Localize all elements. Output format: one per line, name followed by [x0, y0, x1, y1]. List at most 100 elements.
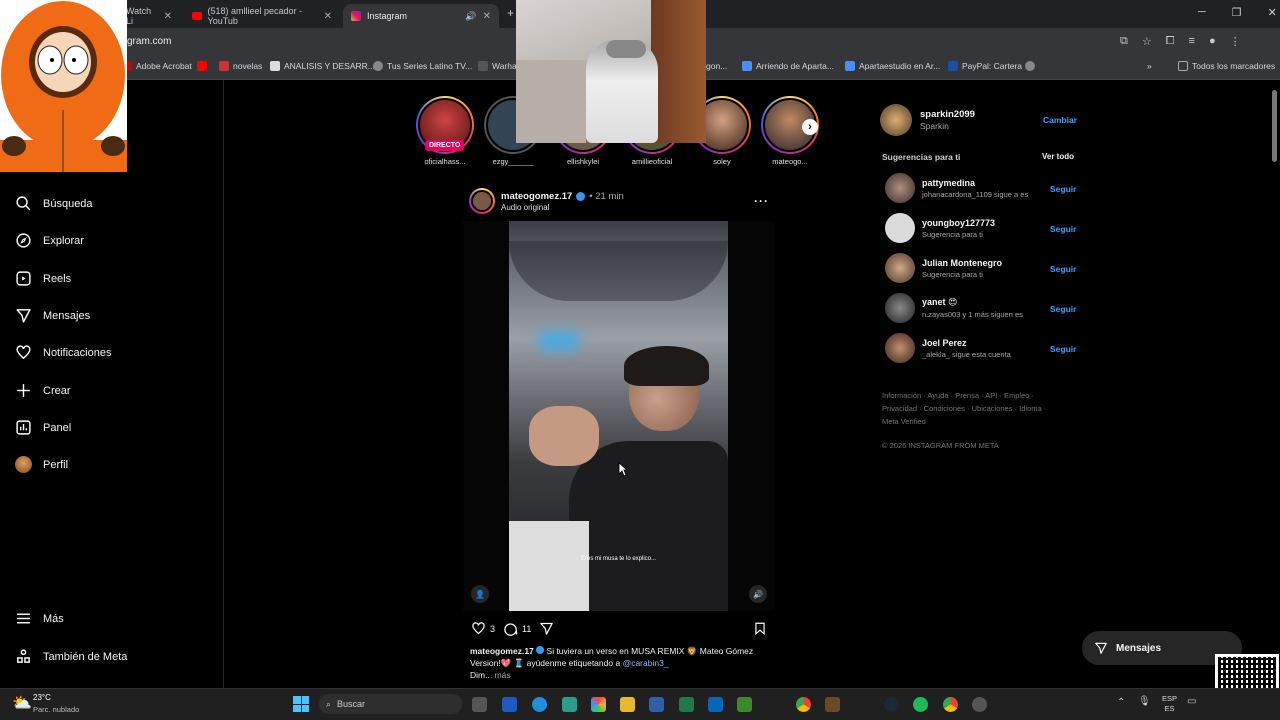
close-tab-icon[interactable]: ✕	[324, 11, 332, 22]
comment-count: 11	[522, 623, 532, 634]
weather-desc: Parc. nublado	[33, 705, 80, 714]
bookmark-globe[interactable]	[1025, 61, 1035, 71]
footer-links-1[interactable]: Información · Ayuda · Prensa · API · Emp…	[882, 390, 1034, 403]
story-item[interactable]: oficialhass...	[415, 96, 475, 166]
follow-button[interactable]: Seguir	[1050, 224, 1076, 234]
suggestion-avatar[interactable]	[885, 333, 915, 363]
task-view-icon[interactable]	[472, 697, 487, 712]
close-tab-icon[interactable]: ✕	[164, 11, 172, 22]
account-username[interactable]: sparkin2099	[920, 109, 975, 120]
bookmark-analisis[interactable]: ANALISIS Y DESARR...	[270, 61, 375, 71]
follow-button[interactable]: Seguir	[1050, 184, 1076, 194]
store-icon[interactable]	[649, 697, 664, 712]
nav-panel[interactable]: Panel	[15, 419, 71, 436]
share-icon[interactable]	[539, 621, 554, 636]
tagged-user-icon[interactable]: 👤	[471, 585, 489, 603]
bookmark-youtube[interactable]	[197, 61, 207, 71]
see-all-link[interactable]: Ver todo	[1042, 152, 1074, 161]
close-tab-icon[interactable]: ✕	[483, 11, 491, 22]
bed	[516, 60, 586, 143]
nav-explore[interactable]: Explorar	[15, 232, 84, 249]
restore-icon[interactable]: ❐	[1232, 6, 1242, 19]
nav-notifications[interactable]: Notificaciones	[15, 344, 111, 361]
weather-temp[interactable]: 23°C	[33, 693, 51, 702]
bookmark-paypal[interactable]: PayPal: Cartera	[948, 61, 1022, 71]
spotify-icon[interactable]	[913, 697, 928, 712]
follow-button[interactable]: Seguir	[1050, 264, 1076, 274]
minecraft-icon[interactable]	[737, 697, 752, 712]
bookmark-gon[interactable]: gon...	[706, 61, 727, 71]
post-audio[interactable]: Audio original	[501, 203, 549, 212]
minecraft-dungeons-icon[interactable]	[825, 697, 840, 712]
url-field[interactable]: gram.com	[127, 36, 171, 47]
edge-icon[interactable]	[532, 697, 547, 712]
microphone-icon[interactable]: 🎙	[1138, 696, 1151, 707]
bookmark-novelas[interactable]: novelas	[219, 61, 262, 71]
nav-more[interactable]: Más	[15, 610, 64, 627]
close-window-icon[interactable]: ✕	[1268, 6, 1277, 19]
copilot-icon[interactable]	[562, 697, 577, 712]
bookmark-icon[interactable]	[753, 621, 767, 636]
suggestion-avatar[interactable]	[885, 253, 915, 283]
suggestion-avatar[interactable]	[885, 293, 915, 323]
caption-more[interactable]: más	[495, 670, 511, 680]
footer-links-2[interactable]: Privacidad · Condiciones · Ubicaciones ·…	[882, 403, 1046, 416]
new-tab-button[interactable]: +	[507, 6, 514, 20]
outlook-icon[interactable]	[708, 697, 723, 712]
taskbar-search[interactable]: ⌕ Buscar	[319, 694, 462, 714]
mute-icon[interactable]: 🔊	[749, 585, 767, 603]
caption-mention[interactable]: @carabin3_	[623, 658, 669, 668]
tab-watch[interactable]: Watch Li ✕	[118, 4, 180, 28]
follow-button[interactable]: Seguir	[1050, 304, 1076, 314]
photos-icon[interactable]	[591, 697, 606, 712]
windows-start-icon[interactable]	[293, 696, 309, 712]
bookmark-apartaestudio[interactable]: Apartaestudio en Ar...	[845, 61, 940, 71]
nav-reels[interactable]: Reels	[15, 270, 71, 287]
menu-icon[interactable]: ⋮	[1230, 35, 1241, 48]
post-avatar[interactable]	[469, 188, 495, 214]
bookmark-warhan[interactable]: Warhan	[478, 61, 521, 71]
nav-profile[interactable]: Perfil	[15, 456, 68, 473]
nav-meta[interactable]: También de Meta	[15, 648, 127, 665]
word-icon[interactable]	[502, 697, 517, 712]
post-options-icon[interactable]: ···	[754, 194, 769, 208]
obs-icon[interactable]	[972, 697, 987, 712]
file-explorer-icon[interactable]	[620, 697, 635, 712]
star-icon[interactable]: ☆	[1142, 35, 1152, 48]
chrome-active-icon[interactable]	[943, 697, 958, 712]
caption-username[interactable]: mateogomez.17	[470, 646, 534, 656]
follow-button[interactable]: Seguir	[1050, 344, 1076, 354]
comment-action[interactable]: 11	[503, 621, 531, 636]
stories-next-icon[interactable]: ›	[802, 119, 818, 135]
tray-overflow-icon[interactable]: ⌃	[1117, 697, 1125, 708]
steam-icon[interactable]	[884, 697, 899, 712]
minimize-icon[interactable]: ─	[1198, 6, 1206, 19]
tab-youtube[interactable]: (518) amllieel pecador - YouTub ✕	[184, 4, 340, 28]
nav-messages[interactable]: Mensajes	[15, 307, 90, 324]
excel-icon[interactable]	[679, 697, 694, 712]
extensions-icon[interactable]: ⧠	[1166, 35, 1175, 48]
tab-instagram[interactable]: Instagram 🔊 ✕	[343, 4, 499, 28]
suggestion-avatar[interactable]	[885, 213, 915, 243]
network-icon[interactable]: ▭	[1187, 696, 1196, 707]
chrome-icon[interactable]	[796, 697, 811, 712]
nav-create[interactable]: Crear	[15, 382, 71, 399]
speaker-icon[interactable]: 🔊	[465, 11, 476, 22]
bookmark-series[interactable]: Tus Series Latino TV...	[373, 61, 472, 71]
bookmark-acrobat[interactable]: Adobe Acrobat	[122, 61, 192, 71]
account-avatar[interactable]	[880, 104, 912, 136]
nav-search[interactable]: Búsqueda	[15, 195, 93, 212]
suggestion-avatar[interactable]	[885, 173, 915, 203]
bookmark-arriendo[interactable]: Arriendo de Aparta...	[742, 61, 834, 71]
cast-icon[interactable]: ⧉	[1120, 35, 1128, 48]
footer-links-3[interactable]: Meta Verified	[882, 416, 926, 429]
profile-icon[interactable]: ●	[1209, 35, 1216, 48]
post-username[interactable]: mateogomez.17	[501, 191, 572, 202]
like-action[interactable]: 3	[471, 621, 495, 636]
bookmarks-overflow-icon[interactable]: »	[1147, 61, 1152, 71]
switch-account-button[interactable]: Cambiar	[1043, 115, 1077, 125]
media-icon[interactable]: ≡	[1189, 35, 1195, 48]
all-bookmarks[interactable]: Todos los marcadores	[1178, 61, 1275, 71]
language-indicator[interactable]: ESP ES	[1162, 694, 1177, 714]
scrollbar-thumb[interactable]	[1272, 90, 1277, 162]
